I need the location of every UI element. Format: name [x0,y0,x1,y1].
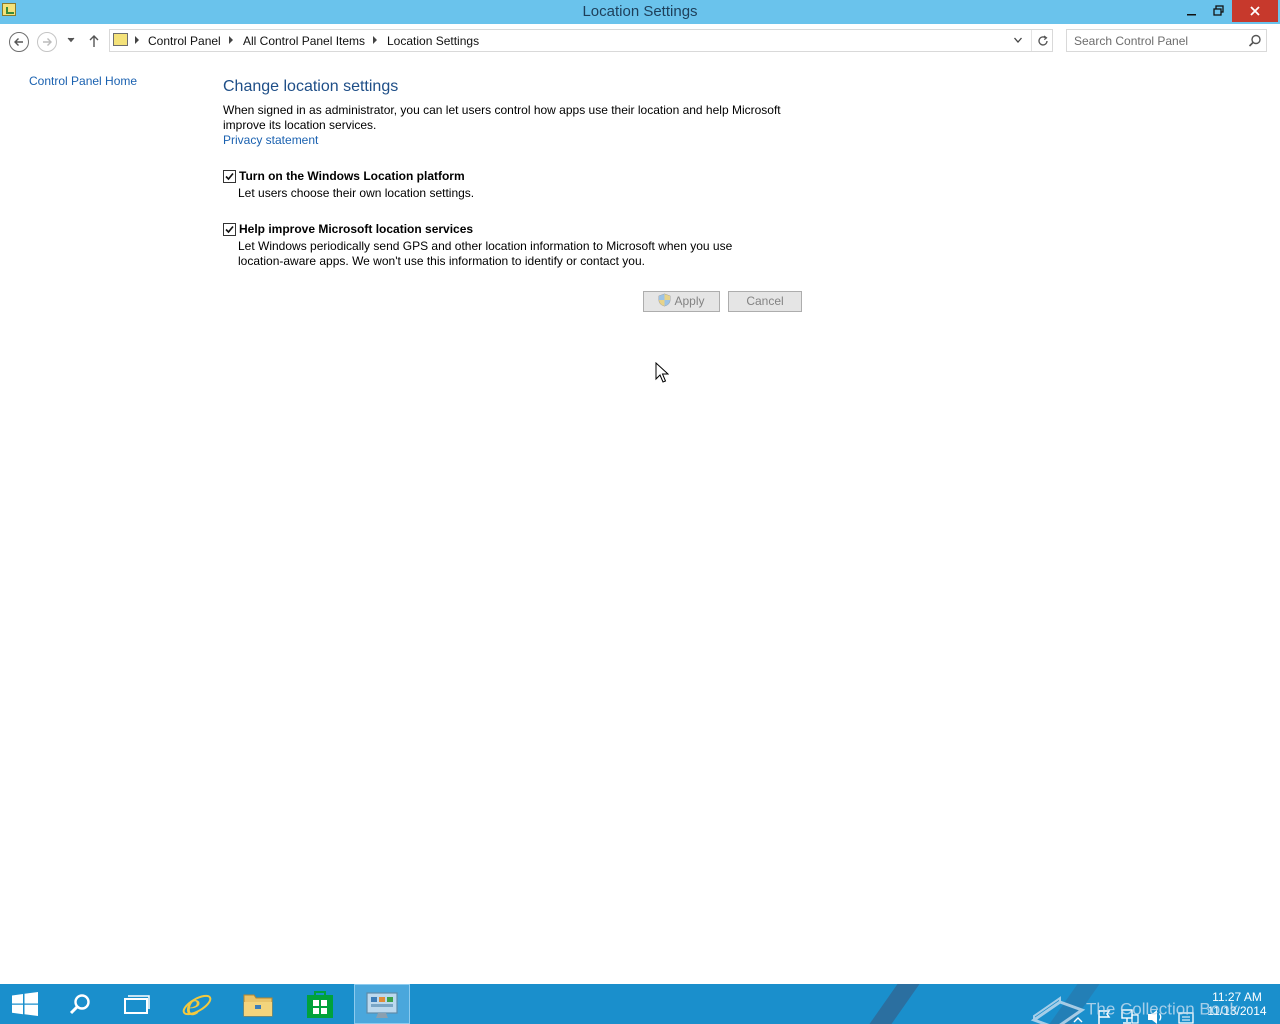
watermark-text: The Collection Book [1086,999,1239,1019]
taskbar-decoration [855,984,927,1024]
main-content: Change location settings When signed in … [223,77,813,312]
refresh-icon [1038,35,1048,46]
refresh-button[interactable] [1031,30,1053,51]
start-button[interactable] [0,984,56,1024]
checkmark-icon [225,172,234,181]
window-title: Location Settings [582,3,698,20]
file-explorer-button[interactable] [230,984,286,1024]
close-button[interactable] [1232,0,1278,22]
restore-icon [1212,5,1224,16]
improve-location-services-description: Let Windows periodically send GPS and ot… [238,239,733,268]
restore-button[interactable] [1205,0,1232,22]
back-arrow-icon [14,38,23,46]
task-view-button[interactable] [108,984,164,1024]
task-view-icon [124,995,150,1014]
improve-location-services-checkbox[interactable] [223,223,236,236]
breadcrumb-separator-icon[interactable] [229,36,233,44]
store-button[interactable] [292,984,348,1024]
improve-location-services-label[interactable]: Help improve Microsoft location services [239,222,473,236]
up-arrow-icon[interactable] [87,33,101,49]
close-icon [1250,6,1260,16]
internet-explorer-button[interactable]: e [168,984,224,1024]
minimize-icon [1186,14,1196,16]
mouse-cursor-icon [655,362,669,383]
uac-shield-icon [659,293,671,307]
breadcrumb-control-panel[interactable]: Control Panel [148,34,221,48]
page-title: Change location settings [223,78,399,95]
breadcrumb-separator-icon[interactable] [135,36,139,44]
book-logo-icon [1030,996,1086,1024]
location-platform-label[interactable]: Turn on the Windows Location platform [239,169,465,183]
breadcrumb-location-settings[interactable]: Location Settings [387,34,479,48]
minimize-button[interactable] [1178,0,1205,22]
recent-locations-dropdown-icon[interactable] [66,36,76,44]
checkmark-icon [225,225,234,234]
forward-button[interactable] [37,32,57,52]
address-bar[interactable]: Control Panel All Control Panel Items Lo… [109,29,1053,52]
title-bar: Location Settings [0,0,1280,24]
breadcrumb-all-control-panel-items[interactable]: All Control Panel Items [243,34,365,48]
control-panel-home-link[interactable]: Control Panel Home [29,74,137,88]
navigation-bar: Control Panel All Control Panel Items Lo… [0,24,1280,58]
control-panel-icon [113,33,128,46]
left-pane: Control Panel Home [29,74,137,88]
page-description: When signed in as administrator, you can… [223,103,781,132]
watermark: The Collection Book [1030,990,1238,1024]
privacy-statement-link[interactable]: Privacy statement [223,133,318,147]
address-dropdown-icon[interactable] [1013,36,1023,44]
search-box[interactable] [1066,29,1267,52]
location-platform-checkbox[interactable] [223,170,236,183]
file-explorer-icon [243,994,273,1017]
control-panel-icon [366,992,398,1018]
control-panel-taskbar-button[interactable] [354,984,410,1024]
apply-button-label: Apply [674,294,705,308]
start-icon [12,992,38,1016]
search-icon [69,994,90,1015]
store-icon [307,991,333,1018]
location-platform-description: Let users choose their own location sett… [238,186,475,200]
search-input[interactable] [1067,30,1245,51]
internet-explorer-icon: e [182,988,212,1020]
breadcrumb-separator-icon[interactable] [373,36,377,44]
search-taskbar-button[interactable] [52,984,108,1024]
cancel-button[interactable]: Cancel [728,291,802,312]
forward-arrow-icon [43,38,52,46]
back-button[interactable] [9,32,29,52]
search-icon[interactable] [1248,34,1262,48]
apply-button[interactable]: Apply [643,291,720,312]
